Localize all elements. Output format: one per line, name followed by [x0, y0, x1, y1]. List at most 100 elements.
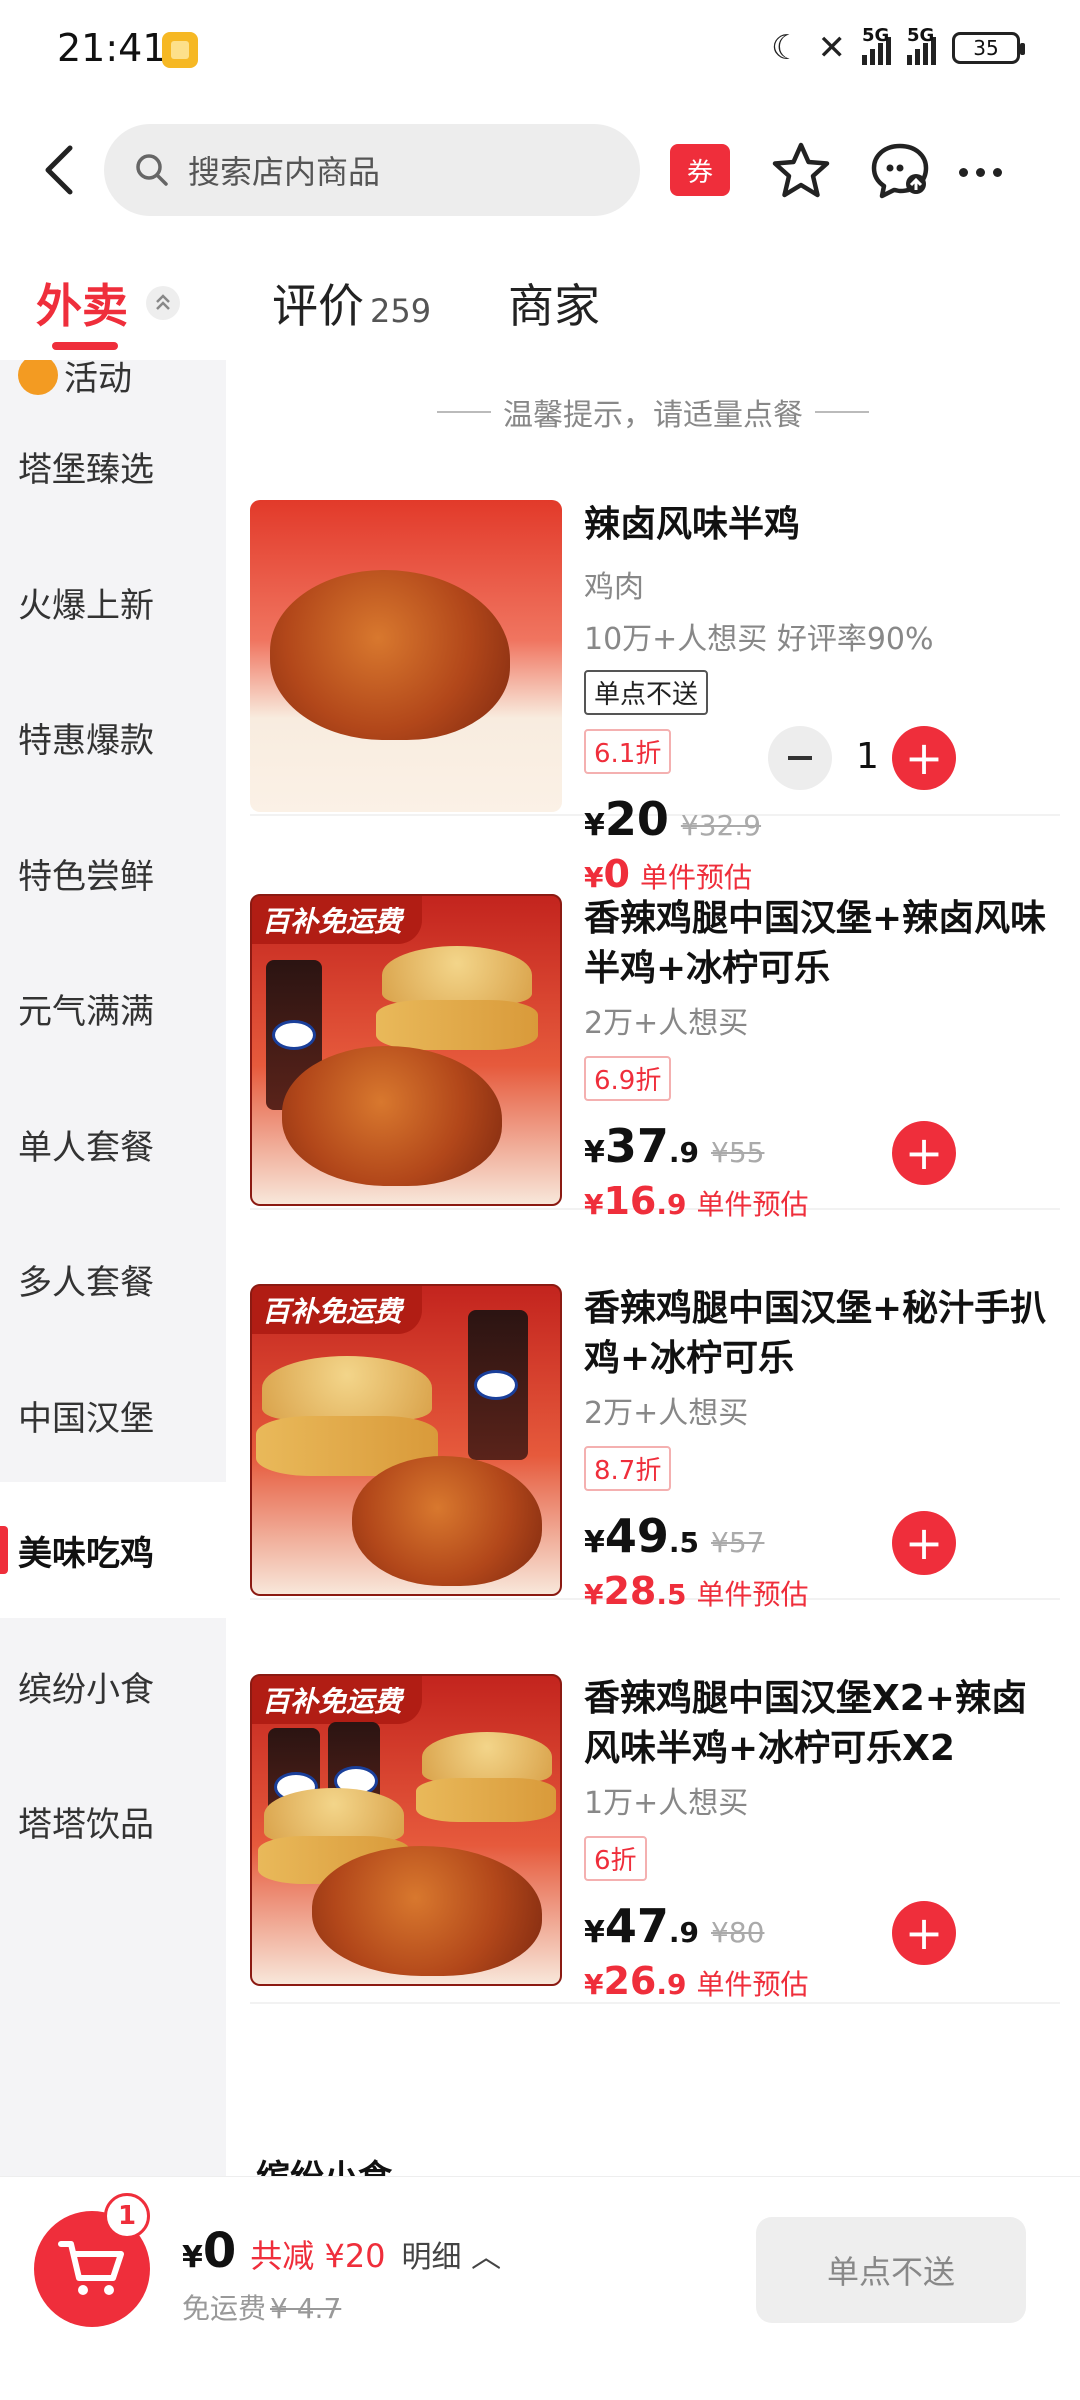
- tab-takeout-label: 外卖: [36, 279, 128, 333]
- sidebar-item-chicken[interactable]: 美味吃鸡: [0, 1482, 226, 1618]
- sidebar-item-activity[interactable]: 活动: [0, 360, 226, 400]
- cart-bar: 1 ¥ 0 共减 ¥20 明细 ︿ 免运费 ¥ 4.7 单点不送: [0, 2176, 1080, 2400]
- add-button[interactable]: +: [892, 726, 956, 790]
- product-image: [250, 500, 562, 812]
- product-category: 鸡肉: [584, 570, 644, 605]
- add-button[interactable]: +: [892, 1511, 956, 1575]
- sidebar-item-group-meal[interactable]: 多人套餐: [0, 1211, 226, 1347]
- cart-total: ¥ 0 共减 ¥20 明细 ︿: [182, 2223, 501, 2279]
- price-int: 20: [604, 792, 669, 846]
- active-tab-indicator: [52, 342, 118, 350]
- sidebar-item-label: 中国汉堡: [18, 1398, 154, 1439]
- sidebar-item-drinks[interactable]: 塔塔饮品: [0, 1753, 226, 1889]
- product-card[interactable]: 百补免运费 香辣鸡腿中国汉堡+秘汁手扒鸡+冰柠可乐 2万+人想买 8.7折 ¥4…: [250, 1284, 1060, 1613]
- sidebar-item-hot-new[interactable]: 火爆上新: [0, 534, 226, 670]
- est-dec: .9: [656, 1188, 687, 1221]
- tab-reviews-label: 评价: [272, 279, 364, 333]
- price: ¥37.9 ¥55: [584, 1119, 1054, 1173]
- price: ¥47.9 ¥80: [584, 1899, 1054, 1953]
- sidebar-item-special-deals[interactable]: 特惠爆款: [0, 669, 226, 805]
- est-currency: ¥: [584, 1578, 604, 1611]
- favorite-star-icon[interactable]: [770, 140, 832, 202]
- product-info: 香辣鸡腿中国汉堡+秘汁手扒鸡+冰柠可乐 2万+人想买 8.7折 ¥49.5 ¥57…: [584, 1284, 1054, 1613]
- reminder-text: 温馨提示，请适量点餐: [503, 398, 803, 433]
- sidebar-item-label: 特惠爆款: [18, 720, 154, 761]
- estimated-price: ¥0 单件预估: [584, 852, 1054, 896]
- status-time: 21:41: [57, 26, 167, 70]
- tab-reviews[interactable]: 评价 259: [272, 270, 431, 336]
- cart-currency: ¥: [182, 2240, 203, 2275]
- product-card[interactable]: 百补免运费 香辣鸡腿中国汉堡+辣卤风味半鸡+冰柠可乐 2万+人想买 6.9折 ¥…: [250, 894, 1060, 1223]
- cart-icon: [58, 2241, 124, 2295]
- sidebar-item-label: 缤纷小食: [18, 1669, 154, 1710]
- product-name: 香辣鸡腿中国汉堡X2+辣卤风味半鸡+冰柠可乐X2: [584, 1678, 1027, 1769]
- price-int: 47: [604, 1899, 669, 1953]
- price-int: 49: [604, 1509, 669, 1563]
- sidebar-item-label: 单人套餐: [18, 1127, 154, 1168]
- original-price: ¥55: [711, 1136, 765, 1169]
- tab-merchant[interactable]: 商家: [508, 270, 600, 336]
- product-list: 温馨提示，请适量点餐 辣卤风味半鸡 鸡肉 10万+人想买 好评率90% 单点不送…: [226, 360, 1080, 2176]
- coupon-button[interactable]: 券: [670, 144, 730, 196]
- estimated-price: ¥28.5 单件预估: [584, 1569, 1054, 1613]
- price-dec: .9: [668, 1916, 700, 1949]
- status-icons: ☾ ✕ 5G 5G 35: [771, 25, 1025, 68]
- battery-level: 35: [973, 36, 999, 60]
- cart-detail-button[interactable]: 明细 ︿: [402, 2232, 502, 2276]
- sidebar-item-single-meal[interactable]: 单人套餐: [0, 1076, 226, 1212]
- free-delivery-badge: 百补免运费: [252, 896, 422, 944]
- product-card[interactable]: 辣卤风味半鸡 鸡肉 10万+人想买 好评率90% 单点不送 6.1折 ¥20 ¥3…: [250, 500, 1060, 896]
- more-icon[interactable]: [950, 142, 1010, 202]
- est-int: 16: [603, 1179, 657, 1223]
- product-name: 香辣鸡腿中国汉堡+秘汁手扒鸡+冰柠可乐: [584, 1288, 1047, 1379]
- sidebar-item-label: 特色尝鲜: [18, 856, 154, 897]
- add-button[interactable]: +: [892, 1901, 956, 1965]
- activity-icon: [18, 360, 58, 395]
- cart-count-badge: 1: [104, 2193, 150, 2239]
- price-currency: ¥: [584, 808, 605, 843]
- chicken-image: [282, 1046, 502, 1186]
- sidebar-item-chinese-burger[interactable]: 中国汉堡: [0, 1347, 226, 1483]
- sidebar-item-energy[interactable]: 元气满满: [0, 940, 226, 1076]
- est-label: 单件预估: [696, 1578, 809, 1611]
- sidebar-item-label: 塔塔饮品: [18, 1804, 154, 1845]
- product-stats: 2万+人想买: [584, 1396, 749, 1431]
- burger-filling-image: [376, 1000, 538, 1050]
- sidebar-item-specialty[interactable]: 特色尝鲜: [0, 805, 226, 941]
- notification-icon: [162, 32, 198, 68]
- checkout-button[interactable]: 单点不送: [756, 2217, 1026, 2323]
- tab-merchant-label: 商家: [508, 279, 600, 333]
- chicken-image: [352, 1456, 542, 1586]
- chicken-image: [312, 1846, 542, 1976]
- section-header: 缤纷小食: [256, 2150, 392, 2176]
- sidebar-item-tabao-select[interactable]: 塔堡臻选: [0, 398, 226, 534]
- price-currency: ¥: [584, 1135, 605, 1170]
- back-icon[interactable]: [36, 142, 86, 198]
- price-int: 37: [604, 1119, 669, 1173]
- estimated-price: ¥26.9 单件预估: [584, 1959, 1054, 2003]
- product-name: 辣卤风味半鸡: [584, 504, 801, 545]
- discount-tag: 6.9折: [584, 1056, 672, 1101]
- price-dec: .9: [668, 1136, 700, 1169]
- chicken-image: [270, 570, 510, 740]
- product-card[interactable]: 百补免运费 香辣鸡腿中国汉堡X2+辣卤风味半鸡+冰柠可乐X2 1万+人想买 6折…: [250, 1674, 1060, 2004]
- network-label-2: 5G: [907, 25, 935, 46]
- signal-icon-2: 5G: [907, 25, 936, 65]
- product-image: 百补免运费: [250, 1674, 562, 1986]
- est-label: 单件预估: [696, 1968, 809, 2001]
- original-price: ¥32.9: [680, 809, 762, 842]
- free-delivery-badge: 百补免运费: [252, 1676, 422, 1724]
- sidebar-item-snacks[interactable]: 缤纷小食: [0, 1618, 226, 1754]
- product-info: 辣卤风味半鸡 鸡肉 10万+人想买 好评率90% 单点不送 6.1折 ¥20 ¥3…: [584, 500, 1054, 896]
- burger-bun-image: [262, 1356, 432, 1420]
- tab-reviews-count: 259: [370, 292, 432, 330]
- est-int: 26: [603, 1959, 657, 2003]
- category-sidebar: 活动 塔堡臻选 火爆上新 特惠爆款 特色尝鲜 元气满满 单人套餐 多人套餐 中国…: [0, 360, 226, 2176]
- collapse-icon[interactable]: [146, 286, 180, 320]
- product-name: 香辣鸡腿中国汉堡+辣卤风味半鸡+冰柠可乐: [584, 898, 1047, 989]
- customer-service-icon[interactable]: [868, 140, 932, 202]
- search-input[interactable]: 搜索店内商品: [104, 124, 640, 216]
- decrease-button[interactable]: [768, 726, 832, 790]
- add-button[interactable]: +: [892, 1121, 956, 1185]
- tab-takeout[interactable]: 外卖: [36, 270, 128, 336]
